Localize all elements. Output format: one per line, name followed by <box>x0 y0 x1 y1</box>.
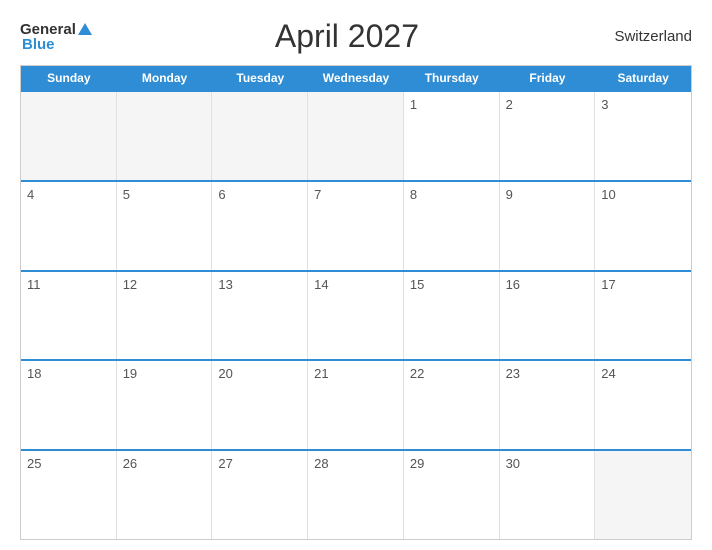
day-number: 14 <box>314 277 328 292</box>
header-wednesday: Wednesday <box>308 66 404 90</box>
cal-cell: 19 <box>117 361 213 449</box>
day-number: 30 <box>506 456 520 471</box>
cal-cell: 14 <box>308 272 404 360</box>
cal-cell: 30 <box>500 451 596 539</box>
day-number: 20 <box>218 366 232 381</box>
cal-cell: 5 <box>117 182 213 270</box>
day-number: 16 <box>506 277 520 292</box>
header: General Blue April 2027 Switzerland <box>20 18 692 55</box>
cal-cell: 26 <box>117 451 213 539</box>
day-number: 25 <box>27 456 41 471</box>
day-number: 21 <box>314 366 328 381</box>
cal-cell: 21 <box>308 361 404 449</box>
day-number: 7 <box>314 187 321 202</box>
logo: General Blue <box>20 22 92 52</box>
day-number: 18 <box>27 366 41 381</box>
cal-cell: 22 <box>404 361 500 449</box>
day-number: 5 <box>123 187 130 202</box>
cal-cell: 6 <box>212 182 308 270</box>
cal-cell <box>117 92 213 180</box>
week-3: 11 12 13 14 15 16 17 <box>21 270 691 360</box>
calendar-body: 1234567891011121314151617181920212223242… <box>21 90 691 539</box>
cal-cell <box>595 451 691 539</box>
day-number: 10 <box>601 187 615 202</box>
cal-cell: 28 <box>308 451 404 539</box>
cal-cell: 20 <box>212 361 308 449</box>
header-saturday: Saturday <box>595 66 691 90</box>
cal-cell: 7 <box>308 182 404 270</box>
day-number: 26 <box>123 456 137 471</box>
day-number: 15 <box>410 277 424 292</box>
day-number: 2 <box>506 97 513 112</box>
cal-cell: 17 <box>595 272 691 360</box>
cal-cell: 10 <box>595 182 691 270</box>
cal-cell: 13 <box>212 272 308 360</box>
cal-cell: 15 <box>404 272 500 360</box>
day-number: 23 <box>506 366 520 381</box>
logo-blue-text: Blue <box>22 37 92 52</box>
page: General Blue April 2027 Switzerland Sund… <box>0 0 712 550</box>
day-number: 29 <box>410 456 424 471</box>
day-number: 6 <box>218 187 225 202</box>
cal-cell: 18 <box>21 361 117 449</box>
calendar: Sunday Monday Tuesday Wednesday Thursday… <box>20 65 692 540</box>
calendar-header: Sunday Monday Tuesday Wednesday Thursday… <box>21 66 691 90</box>
cal-cell: 2 <box>500 92 596 180</box>
cal-cell: 23 <box>500 361 596 449</box>
header-sunday: Sunday <box>21 66 117 90</box>
header-tuesday: Tuesday <box>212 66 308 90</box>
cal-cell: 11 <box>21 272 117 360</box>
cal-cell: 27 <box>212 451 308 539</box>
cal-cell: 29 <box>404 451 500 539</box>
day-number: 13 <box>218 277 232 292</box>
cal-cell: 25 <box>21 451 117 539</box>
cal-cell: 1 <box>404 92 500 180</box>
week-2: 4 5 6 7 8 9 10 <box>21 180 691 270</box>
header-friday: Friday <box>500 66 596 90</box>
day-number: 27 <box>218 456 232 471</box>
cal-cell: 3 <box>595 92 691 180</box>
cal-cell <box>212 92 308 180</box>
logo-general-text: General <box>20 22 76 37</box>
day-number: 12 <box>123 277 137 292</box>
day-number: 8 <box>410 187 417 202</box>
day-number: 1 <box>410 97 417 112</box>
cal-cell: 4 <box>21 182 117 270</box>
day-number: 19 <box>123 366 137 381</box>
cal-cell: 16 <box>500 272 596 360</box>
calendar-title: April 2027 <box>92 18 602 55</box>
header-monday: Monday <box>117 66 213 90</box>
cal-cell: 24 <box>595 361 691 449</box>
day-number: 3 <box>601 97 608 112</box>
week-1: 1 2 3 <box>21 90 691 180</box>
week-5: 25 26 27 28 29 30 <box>21 449 691 539</box>
day-number: 17 <box>601 277 615 292</box>
day-number: 4 <box>27 187 34 202</box>
cal-cell <box>308 92 404 180</box>
cal-cell: 12 <box>117 272 213 360</box>
cal-cell <box>21 92 117 180</box>
cal-cell: 8 <box>404 182 500 270</box>
day-number: 11 <box>27 277 41 292</box>
week-4: 18 19 20 21 22 23 24 <box>21 359 691 449</box>
logo-triangle-icon <box>78 23 92 35</box>
day-number: 22 <box>410 366 424 381</box>
header-thursday: Thursday <box>404 66 500 90</box>
cal-cell: 9 <box>500 182 596 270</box>
day-number: 24 <box>601 366 615 381</box>
country-label: Switzerland <box>602 28 692 45</box>
day-number: 28 <box>314 456 328 471</box>
day-number: 9 <box>506 187 513 202</box>
